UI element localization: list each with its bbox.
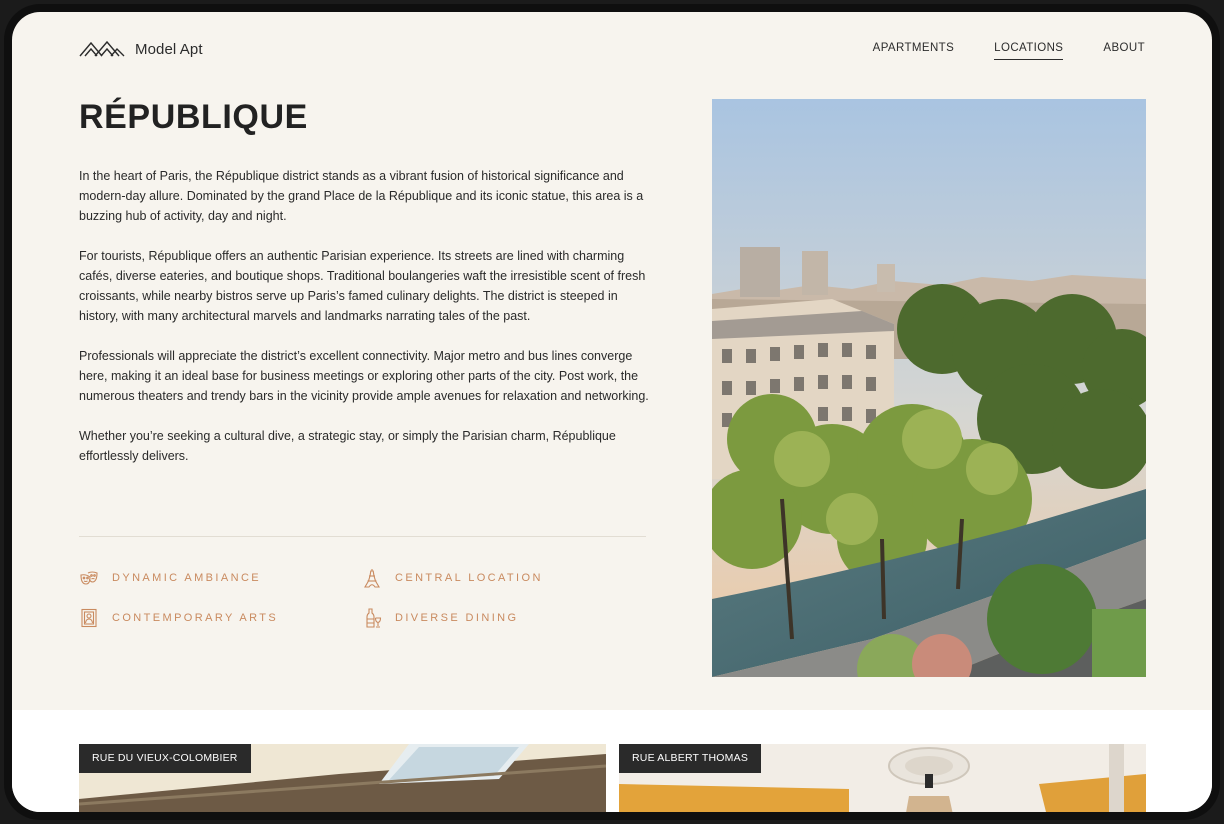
wine-bottle-icon [366, 608, 382, 628]
feature-item: DIVERSE DINING [362, 608, 518, 628]
page-title: RÉPUBLIQUE [79, 98, 308, 136]
nav-apartments[interactable]: APARTMENTS [873, 42, 955, 60]
brand-name: Model Apt [135, 40, 203, 58]
device-frame: Model Apt APARTMENTS LOCATIONS ABOUT RÉP… [4, 4, 1220, 820]
paragraph: In the heart of Paris, the République di… [79, 169, 644, 223]
nav-locations[interactable]: LOCATIONS [994, 42, 1064, 60]
paragraph: Professionals will appreciate the distri… [79, 349, 649, 403]
feature-label: CENTRAL LOCATION [395, 572, 543, 584]
feature-item: DYNAMIC AMBIANCE [79, 568, 261, 588]
mountain-logo-icon [79, 40, 125, 57]
feature-label: DYNAMIC AMBIANCE [112, 572, 262, 584]
section-divider [79, 536, 646, 537]
district-description: In the heart of Paris, the République di… [79, 166, 651, 486]
listings-section: RUE DU VIEUX-COLOMBIER RUE ALBERT THOMAS [12, 710, 1212, 812]
feature-item: CENTRAL LOCATION [362, 568, 543, 588]
listing-card[interactable]: RUE ALBERT THOMAS [619, 744, 1146, 812]
listing-tag: RUE DU VIEUX-COLOMBIER [79, 744, 251, 773]
brand-logo[interactable]: Model Apt [79, 40, 203, 58]
listing-card[interactable]: RUE DU VIEUX-COLOMBIER [79, 744, 606, 812]
browser-viewport: Model Apt APARTMENTS LOCATIONS ABOUT RÉP… [12, 12, 1212, 812]
paragraph: For tourists, République offers an authe… [79, 249, 646, 323]
district-photo [712, 99, 1146, 677]
feature-label: DIVERSE DINING [395, 612, 519, 624]
paragraph: Whether you’re seeking a cultural dive, … [79, 429, 616, 463]
portrait-frame-icon [81, 608, 97, 628]
eiffel-tower-icon [364, 569, 380, 588]
feature-label: CONTEMPORARY ARTS [112, 612, 279, 624]
main-nav: APARTMENTS LOCATIONS ABOUT [873, 42, 1145, 60]
nav-about[interactable]: ABOUT [1103, 42, 1145, 60]
feature-item: CONTEMPORARY ARTS [79, 608, 278, 628]
masks-icon [80, 571, 98, 585]
listing-tag: RUE ALBERT THOMAS [619, 744, 762, 773]
